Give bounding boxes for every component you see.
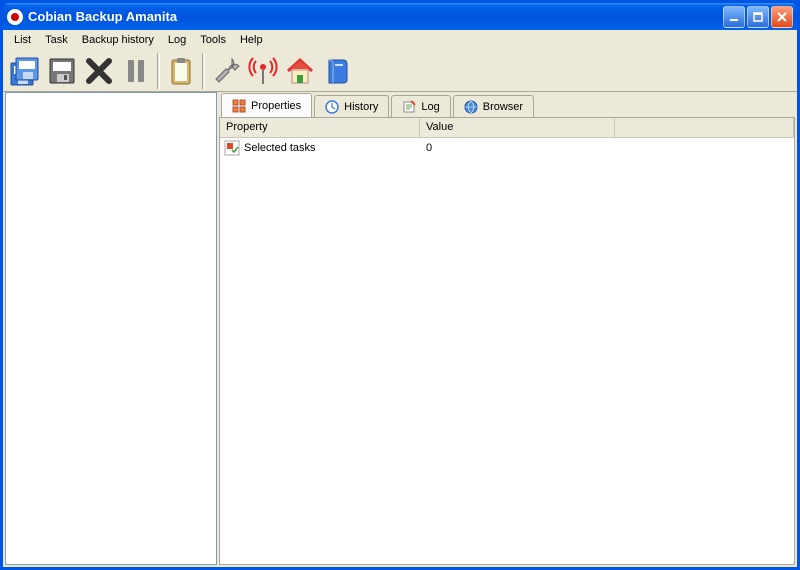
property-cell: Selected tasks: [224, 140, 420, 156]
close-icon: [776, 11, 788, 23]
tab-label: Log: [421, 101, 439, 113]
clipboard-button[interactable]: [163, 53, 199, 89]
tab-label: Properties: [251, 100, 301, 112]
content-area: List Task Backup history Log Tools Help: [3, 30, 797, 567]
floppy-icon: [46, 55, 78, 87]
menu-help[interactable]: Help: [233, 32, 270, 48]
menu-list[interactable]: List: [7, 32, 38, 48]
column-property[interactable]: Property: [220, 118, 420, 138]
window-controls: [723, 6, 793, 28]
maximize-icon: [752, 11, 764, 23]
tab-browser[interactable]: Browser: [453, 95, 534, 117]
minimize-icon: [728, 11, 740, 23]
menu-log[interactable]: Log: [161, 32, 193, 48]
column-spacer[interactable]: [615, 118, 794, 138]
home-icon: [284, 55, 316, 87]
menu-task[interactable]: Task: [38, 32, 75, 48]
close-button[interactable]: [771, 6, 793, 28]
run-all-button[interactable]: [7, 53, 43, 89]
window-title: Cobian Backup Amanita: [28, 9, 723, 24]
menu-backup-history[interactable]: Backup history: [75, 32, 161, 48]
property-label: Selected tasks: [244, 142, 316, 154]
tab-log[interactable]: Log: [391, 95, 450, 117]
column-headers: Property Value: [220, 118, 794, 138]
maximize-button[interactable]: [747, 6, 769, 28]
tab-label: Browser: [483, 101, 523, 113]
globe-icon: [464, 100, 478, 114]
floppy-stack-icon: [9, 55, 41, 87]
toolbar-separator: [202, 53, 205, 89]
minimize-button[interactable]: [723, 6, 745, 28]
tab-label: History: [344, 101, 378, 113]
table-row[interactable]: Selected tasks 0: [220, 138, 794, 158]
menu-tools[interactable]: Tools: [193, 32, 233, 48]
toolbar-separator: [157, 53, 160, 89]
value-cell: 0: [420, 142, 790, 154]
help-button[interactable]: [319, 53, 355, 89]
options-button[interactable]: [208, 53, 244, 89]
app-icon: [7, 9, 23, 25]
tab-history[interactable]: History: [314, 95, 389, 117]
log-icon: [402, 100, 416, 114]
tab-properties[interactable]: Properties: [221, 93, 312, 117]
main-panel: Properties History Log Browser: [3, 92, 797, 567]
menubar: List Task Backup history Log Tools Help: [3, 30, 797, 50]
book-icon: [321, 55, 353, 87]
run-selected-button[interactable]: [44, 53, 80, 89]
properties-icon: [232, 99, 246, 113]
column-value[interactable]: Value: [420, 118, 615, 138]
titlebar[interactable]: Cobian Backup Amanita: [3, 3, 797, 30]
properties-panel: Property Value Selected tasks: [219, 117, 795, 565]
abort-button[interactable]: [81, 53, 117, 89]
toolbar: [3, 50, 797, 92]
task-icon: [224, 140, 240, 156]
clock-icon: [325, 100, 339, 114]
app-window: Cobian Backup Amanita List Task Backup h…: [0, 0, 800, 570]
pause-button[interactable]: [118, 53, 154, 89]
home-button[interactable]: [282, 53, 318, 89]
right-pane: Properties History Log Browser: [219, 92, 795, 565]
x-icon: [83, 55, 115, 87]
task-list-pane[interactable]: [5, 92, 217, 565]
tab-strip: Properties History Log Browser: [219, 92, 795, 117]
pause-icon: [120, 55, 152, 87]
remote-button[interactable]: [245, 53, 281, 89]
antenna-icon: [247, 55, 279, 87]
clipboard-icon: [165, 55, 197, 87]
wrench-icon: [210, 55, 242, 87]
